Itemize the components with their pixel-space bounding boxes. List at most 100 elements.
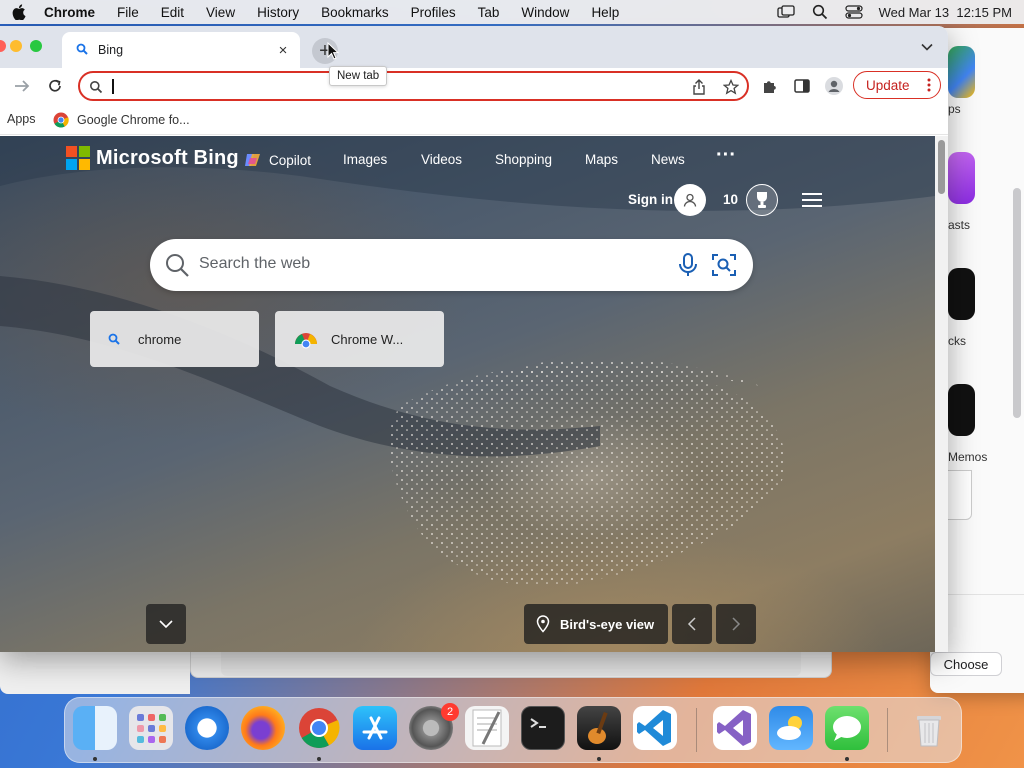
tab-strip: Bing × + New tab: [0, 26, 948, 86]
menu-bookmarks[interactable]: Bookmarks: [321, 5, 389, 20]
new-tab-tooltip: New tab: [329, 66, 388, 86]
app-label: cks: [948, 334, 966, 348]
sign-in-link[interactable]: Sign in: [628, 192, 673, 207]
next-image-button[interactable]: [716, 604, 756, 644]
bing-logo[interactable]: Microsoft Bing: [66, 146, 239, 170]
spotlight-icon[interactable]: [811, 4, 829, 20]
nav-images[interactable]: Images: [343, 152, 387, 167]
zoom-window-button[interactable]: [30, 40, 42, 52]
menu-window[interactable]: Window: [521, 5, 569, 20]
stocks-app-icon[interactable]: [948, 268, 975, 320]
chrome-favicon-icon: [53, 112, 69, 128]
apple-menu-icon[interactable]: [12, 4, 26, 20]
tab-bing[interactable]: Bing ×: [62, 32, 300, 68]
weather-app-icon[interactable]: [769, 706, 813, 750]
menubar-clock[interactable]: Wed Mar 13 12:15 PM: [879, 5, 1012, 20]
menu-edit[interactable]: Edit: [161, 5, 184, 20]
screen-mirroring-icon[interactable]: [776, 5, 795, 19]
forward-arrow-icon[interactable]: [12, 76, 32, 96]
chevron-right-icon: [732, 617, 741, 631]
share-icon[interactable]: [691, 79, 707, 95]
suggestion-tile[interactable]: Chrome W...: [275, 311, 444, 367]
nav-news[interactable]: News: [651, 152, 685, 167]
browser-toolbar: Update: [0, 68, 948, 104]
search-placeholder: Search the web: [199, 255, 311, 272]
extensions-puzzle-icon[interactable]: [760, 76, 780, 96]
scrollbar-thumb[interactable]: [938, 140, 945, 194]
more-menu-icon[interactable]: [927, 78, 931, 92]
terminal-app-icon[interactable]: [521, 706, 565, 750]
page-scrollbar[interactable]: [935, 136, 948, 652]
rewards-trophy-icon[interactable]: [746, 184, 778, 216]
microphone-icon[interactable]: [675, 252, 701, 278]
tab-search-chevron-icon[interactable]: [920, 40, 934, 54]
nav-more-button[interactable]: ···: [716, 144, 736, 167]
microsoft-logo-icon: [66, 146, 90, 170]
menu-view[interactable]: View: [206, 5, 235, 20]
menu-file[interactable]: File: [117, 5, 139, 20]
chrome-window: Bing × + New tab Update Apps Google Chro…: [0, 26, 948, 652]
menu-app-name[interactable]: Chrome: [44, 5, 95, 20]
nav-shopping[interactable]: Shopping: [495, 152, 552, 167]
bing-search-box[interactable]: Search the web: [150, 239, 753, 291]
garageband-app-icon[interactable]: [577, 706, 621, 750]
textedit-app-icon[interactable]: [465, 706, 509, 750]
menu-history[interactable]: History: [257, 5, 299, 20]
bookmark-google-chrome[interactable]: Google Chrome fo...: [53, 112, 190, 128]
menu-bar: Chrome File Edit View History Bookmarks …: [0, 0, 1024, 24]
running-indicator: [597, 757, 601, 761]
podcasts-app-icon[interactable]: [948, 152, 975, 204]
messages-app-icon[interactable]: [825, 706, 869, 750]
reload-icon[interactable]: [45, 76, 65, 96]
trash-app-icon[interactable]: [907, 706, 951, 750]
menu-profiles[interactable]: Profiles: [411, 5, 456, 20]
update-button[interactable]: Update: [853, 71, 941, 99]
choose-button[interactable]: Choose: [930, 652, 1002, 676]
finder-app-icon[interactable]: [73, 706, 117, 750]
dock-divider: [887, 708, 888, 752]
launchpad-app-icon[interactable]: [129, 706, 173, 750]
menu-tab[interactable]: Tab: [478, 5, 500, 20]
app-label: asts: [948, 218, 971, 232]
minimize-window-button[interactable]: [10, 40, 22, 52]
voice-memos-app-icon[interactable]: [948, 384, 975, 436]
visual-search-icon[interactable]: [711, 252, 737, 278]
dock: [64, 697, 962, 763]
hamburger-menu-icon[interactable]: [802, 192, 822, 208]
suggestion-tile[interactable]: chrome: [90, 311, 259, 367]
rewards-points[interactable]: 10: [723, 192, 738, 207]
chevron-down-icon: [159, 620, 173, 629]
profile-avatar-icon[interactable]: [824, 76, 844, 96]
bookmark-apps[interactable]: Apps: [7, 112, 36, 126]
firefox-app-icon[interactable]: [241, 706, 285, 750]
control-center-icon[interactable]: [844, 5, 863, 19]
scrollbar[interactable]: [1013, 188, 1021, 418]
tab-close-icon[interactable]: ×: [276, 42, 290, 59]
search-icon: [166, 254, 189, 277]
bing-logo-text: Microsoft Bing: [96, 146, 239, 169]
address-bar[interactable]: [78, 71, 749, 101]
side-panel-icon[interactable]: [792, 76, 812, 96]
chrome-app-icon[interactable]: [297, 706, 341, 750]
safari-app-icon[interactable]: [185, 706, 229, 750]
maps-app-icon[interactable]: [948, 46, 975, 98]
nav-copilot-label: Copilot: [269, 152, 312, 168]
bookmark-star-icon[interactable]: [723, 79, 739, 95]
app-store-app-icon[interactable]: [353, 706, 397, 750]
text-caret: [112, 79, 114, 94]
account-avatar-icon[interactable]: [674, 184, 706, 216]
nav-copilot[interactable]: Copilot: [244, 152, 311, 168]
visual-studio-app-icon[interactable]: [713, 706, 757, 750]
app-label: Memos: [948, 450, 988, 464]
search-icon: [88, 79, 104, 95]
nav-maps[interactable]: Maps: [585, 152, 618, 167]
close-window-button[interactable]: [0, 40, 6, 52]
menu-help[interactable]: Help: [591, 5, 619, 20]
scroll-down-button[interactable]: [146, 604, 186, 644]
update-button-label: Update: [866, 77, 910, 93]
nav-videos[interactable]: Videos: [421, 152, 462, 167]
vscode-app-icon[interactable]: [633, 706, 677, 750]
tab-title: Bing: [98, 43, 124, 57]
image-info-button[interactable]: Bird's-eye view: [524, 604, 668, 644]
previous-image-button[interactable]: [672, 604, 712, 644]
